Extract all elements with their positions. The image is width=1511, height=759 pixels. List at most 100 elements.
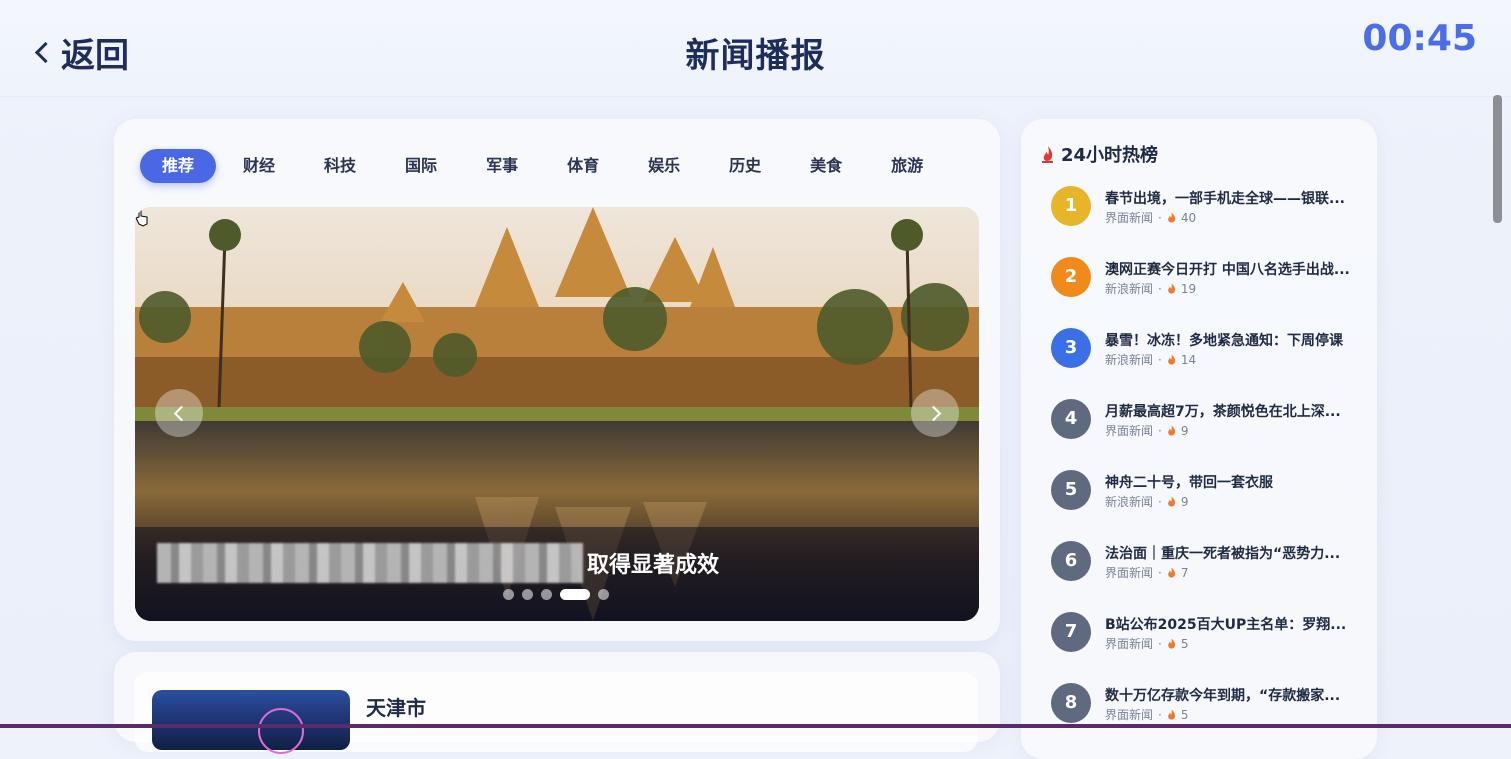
hot-item-title: 澳网正赛今日开打 中国八名选手出战...	[1105, 262, 1350, 278]
taskbar-edge	[0, 724, 1511, 728]
rank-badge: 4	[1051, 399, 1091, 439]
page-title: 新闻播报	[685, 36, 826, 76]
carousel-dot[interactable]	[503, 589, 514, 600]
hot-list-item[interactable]: 2 澳网正赛今日开打 中国八名选手出战... 新浪新闻 · 19	[1051, 257, 1361, 311]
meta-separator: ·	[1158, 494, 1162, 509]
hot-list-item[interactable]: 1 春节出境，一部手机走全球——银联... 界面新闻 · 40	[1051, 186, 1361, 240]
rank-badge: 7	[1051, 612, 1091, 652]
carousel-caption-text: 取得显著成效	[587, 553, 720, 578]
hot-item-source: 界面新闻	[1105, 211, 1154, 225]
tab-history[interactable]: 历史	[707, 149, 783, 183]
news-carousel[interactable]: 取得显著成效	[135, 207, 979, 621]
tab-tech[interactable]: 科技	[302, 149, 378, 183]
hot-item-meta: 新浪新闻 · 9	[1105, 493, 1188, 510]
hot-item-title: 法治面｜重庆一死者被指为“恶势力...	[1105, 546, 1341, 562]
hot-item-heat: 7	[1180, 565, 1189, 580]
hot-item-title: 暴雪！冰冻！多地紧急通知：下周停课	[1105, 333, 1343, 349]
meta-separator: ·	[1158, 281, 1162, 296]
tab-military[interactable]: 军事	[464, 149, 540, 183]
hot-item-meta: 界面新闻 · 40	[1105, 209, 1196, 226]
hot-item-meta: 界面新闻 · 9	[1105, 422, 1188, 439]
redacted-text	[157, 543, 583, 583]
hot-item-source: 界面新闻	[1105, 708, 1154, 722]
flame-icon	[1168, 283, 1175, 294]
hot-item-source: 新浪新闻	[1105, 353, 1154, 367]
carousel-caption[interactable]: 取得显著成效	[157, 543, 719, 583]
hot-item-heat: 9	[1180, 494, 1189, 509]
hot-item-heat: 40	[1180, 210, 1197, 225]
hot-item-meta: 界面新闻 · 5	[1105, 635, 1188, 652]
page-scrollbar[interactable]	[1493, 95, 1502, 223]
carousel-prev-button[interactable]	[155, 389, 203, 437]
carousel-dot-active[interactable]	[560, 589, 590, 600]
tab-travel[interactable]: 旅游	[869, 149, 945, 183]
hot-item-title: 神舟二十号，带回一套衣服	[1105, 475, 1273, 491]
hot-item-heat: 19	[1180, 281, 1197, 296]
hot-item-meta: 新浪新闻 · 14	[1105, 351, 1196, 368]
tab-sports[interactable]: 体育	[545, 149, 621, 183]
hot-item-meta: 新浪新闻 · 19	[1105, 280, 1196, 297]
hot-item-meta: 界面新闻 · 5	[1105, 706, 1188, 723]
tab-entertainment[interactable]: 娱乐	[626, 149, 702, 183]
hot-item-source: 界面新闻	[1105, 424, 1154, 438]
hot-item-source: 新浪新闻	[1105, 495, 1154, 509]
carousel-next-button[interactable]	[911, 389, 959, 437]
tab-finance[interactable]: 财经	[221, 149, 297, 183]
hot-item-source: 界面新闻	[1105, 637, 1154, 651]
carousel-indicators	[503, 589, 609, 600]
hot-list-item[interactable]: 4 月薪最高超7万，茶颜悦色在北上深... 界面新闻 · 9	[1051, 399, 1361, 453]
hot-list-item[interactable]: 5 神舟二十号，带回一套衣服 新浪新闻 · 9	[1051, 470, 1361, 524]
flame-icon	[1168, 567, 1175, 578]
rank-badge: 6	[1051, 541, 1091, 581]
meta-separator: ·	[1158, 210, 1162, 225]
category-tabs: 推荐 财经 科技 国际 军事 体育 娱乐 历史 美食 旅游	[140, 149, 950, 183]
rank-badge: 2	[1051, 257, 1091, 297]
meta-separator: ·	[1158, 636, 1162, 651]
rank-badge: 5	[1051, 470, 1091, 510]
news-list-item[interactable]: 天津市	[134, 672, 978, 754]
top-header: 返回 新闻播报 00:45	[0, 0, 1511, 97]
flame-icon	[1168, 212, 1175, 223]
tab-international[interactable]: 国际	[383, 149, 459, 183]
news-thumbnail	[152, 690, 350, 754]
tab-recommend[interactable]: 推荐	[140, 149, 217, 183]
hot-list-item[interactable]: 6 法治面｜重庆一死者被指为“恶势力... 界面新闻 · 7	[1051, 541, 1361, 595]
hot-item-heat: 9	[1180, 423, 1189, 438]
meta-separator: ·	[1158, 423, 1162, 438]
hot-list-item[interactable]: 8 数十万亿存款今年到期，“存款搬家... 界面新闻 · 5	[1051, 683, 1361, 737]
carousel-dot[interactable]	[541, 589, 552, 600]
flame-icon	[1168, 709, 1175, 720]
carousel-dot[interactable]	[522, 589, 533, 600]
flame-icon	[1168, 425, 1175, 436]
hot-item-title: 数十万亿存款今年到期，“存款搬家...	[1105, 688, 1341, 704]
meta-separator: ·	[1158, 565, 1162, 580]
flame-icon	[1168, 638, 1175, 649]
carousel-dot[interactable]	[598, 589, 609, 600]
rank-badge: 8	[1051, 683, 1091, 723]
rank-badge: 3	[1051, 328, 1091, 368]
hot-list-title: 24小时热榜	[1061, 145, 1159, 166]
chevron-left-icon	[173, 405, 190, 422]
hot-item-title: B站公布2025百大UP主名单：罗翔...	[1105, 617, 1347, 633]
ferris-wheel-graphic	[258, 708, 304, 754]
hot-item-title: 春节出境，一部手机走全球——银联...	[1105, 191, 1345, 207]
meta-separator: ·	[1158, 707, 1162, 722]
news-item-title: 天津市	[366, 696, 426, 720]
hot-list-item[interactable]: 3 暴雪！冰冻！多地紧急通知：下周停课 新浪新闻 · 14	[1051, 328, 1361, 382]
news-list-panel: 天津市	[114, 652, 1000, 754]
flame-icon	[1168, 354, 1175, 365]
flame-icon	[1168, 496, 1175, 507]
meta-separator: ·	[1158, 352, 1162, 367]
mouse-cursor-icon	[135, 207, 148, 227]
clock-display: 00:45	[1362, 18, 1477, 59]
hot-item-title: 月薪最高超7万，茶颜悦色在北上深...	[1105, 404, 1341, 420]
hot-item-heat: 5	[1180, 707, 1189, 722]
hot-item-source: 界面新闻	[1105, 566, 1154, 580]
tab-food[interactable]: 美食	[788, 149, 864, 183]
featured-panel: 推荐 财经 科技 国际 军事 体育 娱乐 历史 美食 旅游 取得显著成效	[114, 119, 1000, 641]
hot-item-meta: 界面新闻 · 7	[1105, 564, 1188, 581]
hot-item-source: 新浪新闻	[1105, 282, 1154, 296]
hot-item-heat: 14	[1180, 352, 1197, 367]
hot-list-item[interactable]: 7 B站公布2025百大UP主名单：罗翔... 界面新闻 · 5	[1051, 612, 1361, 666]
rank-badge: 1	[1051, 186, 1091, 226]
